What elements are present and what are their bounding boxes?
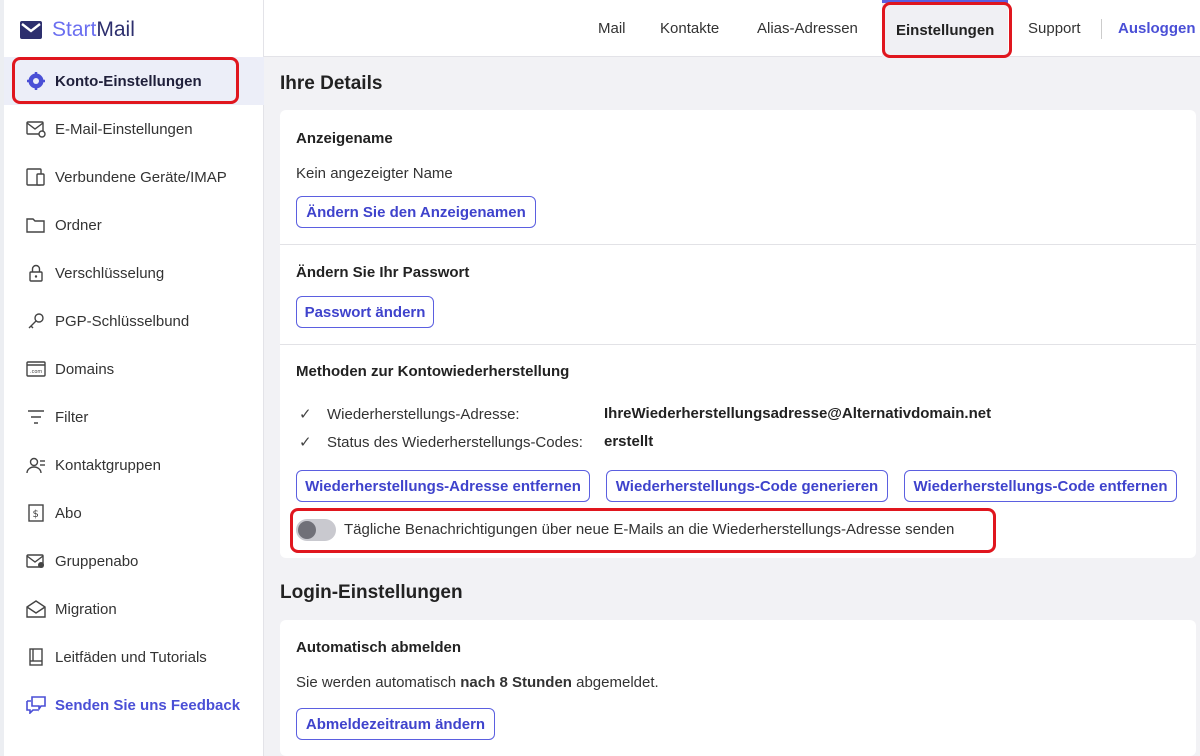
recovery-address-label: Wiederherstellungs-Adresse: (327, 405, 520, 423)
sidebar-item-label: Kontaktgruppen (55, 456, 161, 474)
sidebar-item-domains[interactable]: .com Domains (4, 345, 264, 393)
sidebar-item-label: Abo (55, 504, 82, 522)
sidebar-item-label: Domains (55, 360, 115, 378)
sidebar-item-label: Verschlüsselung (55, 264, 165, 282)
sidebar-item-email-einstellungen[interactable]: E-Mail-Einstellungen (4, 105, 264, 153)
recovery-code-label: Status des Wiederherstellungs-Codes: (327, 433, 583, 451)
sidebar-item-gruppenabo[interactable]: Gruppenabo (4, 537, 264, 585)
remove-recovery-address-button[interactable]: Wiederherstellungs-Adresse entfernen (296, 470, 590, 502)
sidebar-item-filter[interactable]: Filter (4, 393, 264, 441)
gear-icon (26, 71, 46, 91)
sidebar-item-ordner[interactable]: Ordner (4, 201, 264, 249)
svg-text:.com: .com (30, 369, 42, 375)
recovery-code-value: erstellt (604, 433, 654, 450)
recovery-methods-label: Methoden zur Kontowiederherstellung (296, 363, 570, 380)
divider (280, 244, 1196, 245)
tab-alias-adressen[interactable]: Alias-Adressen (757, 0, 858, 57)
login-card: Automatisch abmelden Sie werden automati… (280, 620, 1196, 756)
sidebar-item-label: Senden Sie uns Feedback (55, 696, 241, 714)
devices-icon (26, 167, 46, 187)
group-subscription-icon (26, 551, 46, 571)
sidebar-item-migration[interactable]: Migration (4, 585, 264, 633)
nav-separator (1101, 19, 1102, 39)
daily-notification-toggle[interactable] (296, 519, 336, 541)
section-title-details: Ihre Details (280, 73, 383, 94)
checkmark-icon: ✓ (299, 406, 312, 423)
sidebar-item-pgp-schluesselbund[interactable]: PGP-Schlüsselbund (4, 297, 264, 345)
change-display-name-button[interactable]: Ändern Sie den Anzeigenamen (296, 196, 536, 228)
sidebar-item-konto-einstellungen[interactable]: Konto-Einstellungen (4, 57, 264, 105)
sidebar-item-label: Filter (55, 408, 89, 426)
sidebar-item-verbundene-geraete[interactable]: Verbundene Geräte/IMAP (4, 153, 264, 201)
display-name-label: Anzeigename (296, 130, 393, 147)
logout-link[interactable]: Ausloggen (1118, 0, 1196, 57)
sidebar-item-label: PGP-Schlüsselbund (55, 312, 190, 330)
tab-mail[interactable]: Mail (598, 0, 626, 57)
tab-support[interactable]: Support (1028, 0, 1081, 57)
daily-notification-label: Tägliche Benachrichtigungen über neue E-… (344, 521, 955, 538)
auto-logout-duration: nach 8 Stunden (460, 674, 572, 691)
sidebar-item-feedback[interactable]: Senden Sie uns Feedback (4, 681, 264, 729)
lock-icon (26, 263, 46, 283)
folder-icon (26, 215, 46, 235)
auto-logout-text: Sie werden automatisch nach 8 Stunden ab… (296, 674, 659, 691)
tab-einstellungen[interactable]: Einstellungen (882, 0, 1009, 57)
section-title-login: Login-Einstellungen (280, 582, 463, 603)
sidebar-item-verschluesselung[interactable]: Verschlüsselung (4, 249, 264, 297)
sidebar-item-label: Gruppenabo (55, 552, 139, 570)
mail-settings-icon (26, 119, 46, 139)
migration-icon (26, 599, 46, 619)
logo-mail-text: Mail (96, 18, 135, 41)
sidebar-item-kontaktgruppen[interactable]: Kontaktgruppen (4, 441, 264, 489)
checkmark-icon: ✓ (299, 434, 312, 451)
sidebar-item-label: Konto-Einstellungen (55, 72, 202, 90)
divider (280, 344, 1196, 345)
sidebar-item-label: Ordner (55, 216, 102, 234)
domain-icon: .com (26, 359, 46, 379)
book-icon (26, 647, 46, 667)
details-card: Anzeigename Kein angezeigter Name Ändern… (280, 110, 1196, 558)
subscription-icon: $ (26, 503, 46, 523)
sidebar: Start Mail Konto-Einstellungen E-Mail-Ein… (0, 0, 264, 756)
sidebar-item-label: Leitfäden und Tutorials (55, 648, 207, 666)
toggle-knob (298, 521, 316, 539)
display-name-value: Kein angezeigter Name (296, 165, 453, 182)
change-logout-period-button[interactable]: Abmeldezeitraum ändern (296, 708, 495, 740)
sidebar-item-leitfaeden[interactable]: Leitfäden und Tutorials (4, 633, 264, 681)
generate-recovery-code-button[interactable]: Wiederherstellungs-Code generieren (606, 470, 888, 502)
recovery-address-row: ✓ Wiederherstellungs-Adresse: (299, 405, 520, 424)
change-password-button[interactable]: Passwort ändern (296, 296, 434, 328)
password-label: Ändern Sie Ihr Passwort (296, 264, 470, 281)
logo-start-text: Start (52, 18, 97, 41)
auto-logout-text-after: abgemeldet. (571, 674, 659, 691)
envelope-logo-icon (20, 21, 42, 39)
tab-kontakte[interactable]: Kontakte (660, 0, 719, 57)
feedback-icon (26, 695, 46, 715)
sidebar-item-label: Migration (55, 600, 117, 618)
sidebar-item-label: Verbundene Geräte/IMAP (55, 168, 227, 186)
remove-recovery-code-button[interactable]: Wiederherstellungs-Code entfernen (904, 470, 1177, 502)
auto-logout-text-before: Sie werden automatisch (296, 674, 461, 691)
svg-text:$: $ (33, 509, 39, 520)
recovery-code-row: ✓ Status des Wiederherstellungs-Codes: (299, 433, 583, 452)
contact-groups-icon (26, 455, 46, 475)
key-icon (26, 311, 46, 331)
recovery-address-value: IhreWiederherstellungsadresse@Alternativ… (604, 405, 992, 422)
sidebar-item-abo[interactable]: $ Abo (4, 489, 264, 537)
sidebar-item-label: E-Mail-Einstellungen (55, 120, 193, 138)
startmail-logo[interactable]: Start Mail (20, 16, 135, 44)
filter-icon (26, 407, 46, 427)
auto-logout-label: Automatisch abmelden (296, 639, 462, 656)
